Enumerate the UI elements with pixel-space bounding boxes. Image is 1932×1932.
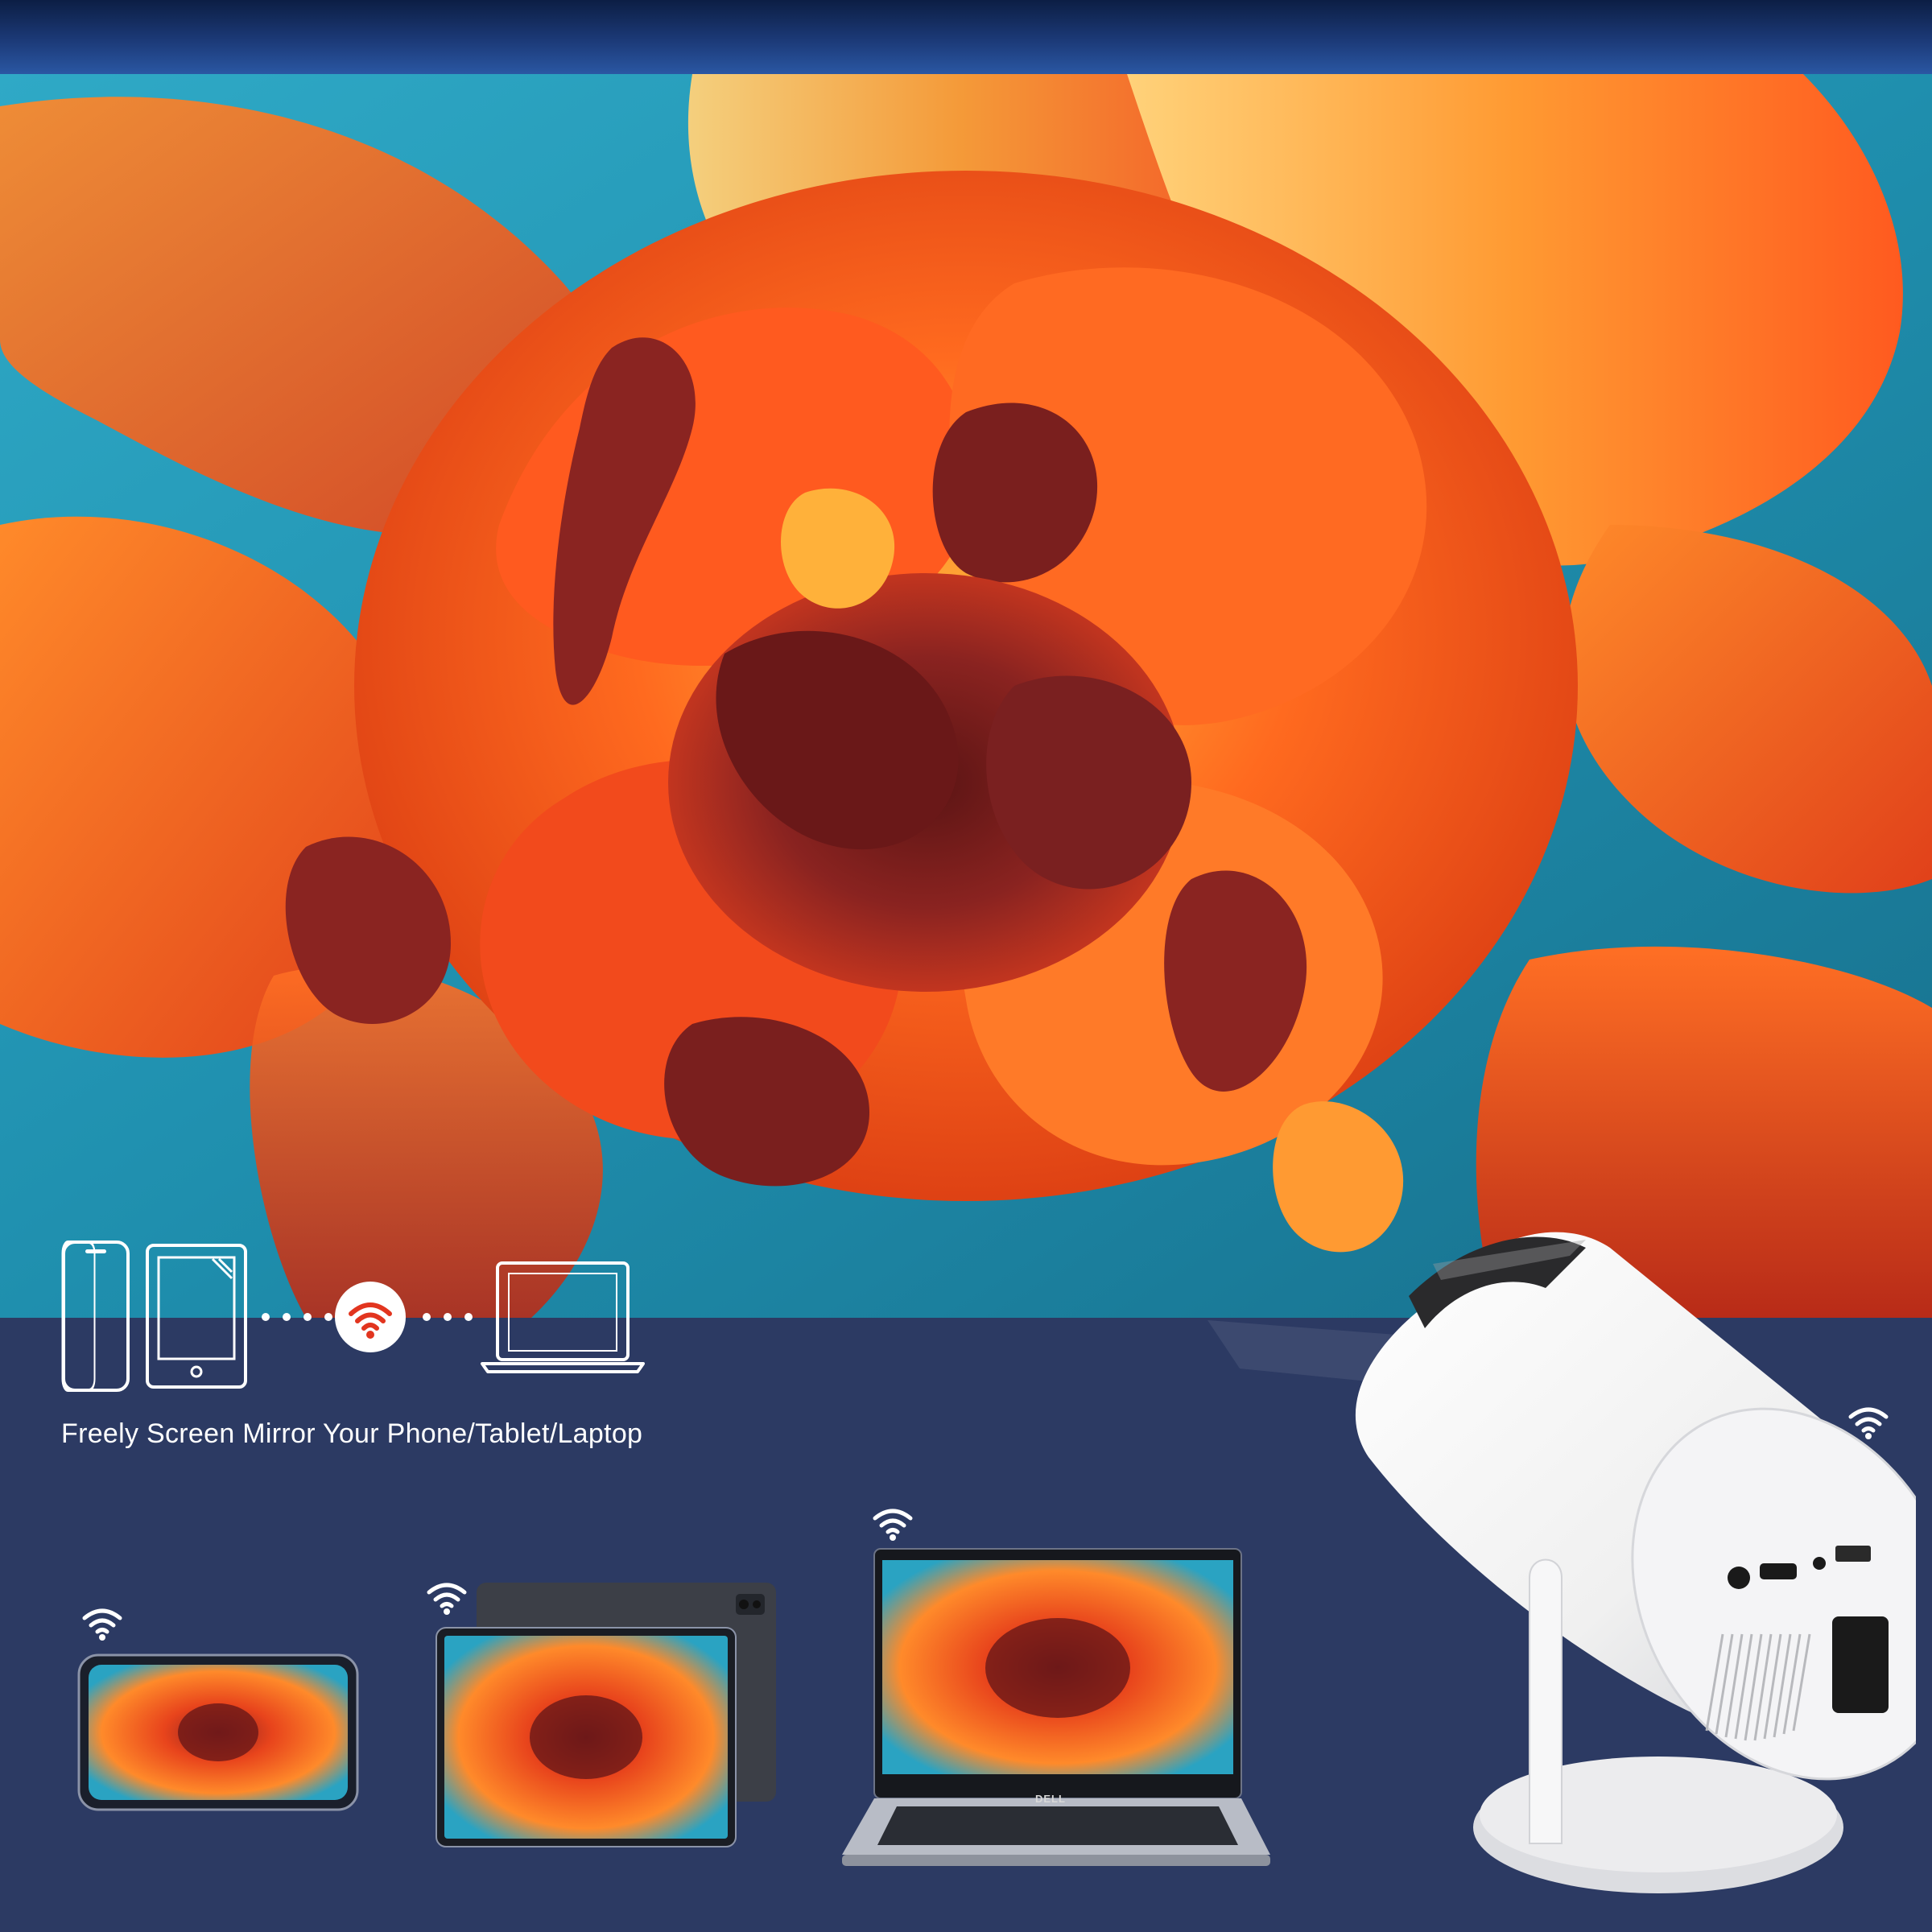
- flower-illustration: [0, 74, 1932, 1318]
- caption: Freely Screen Mirror Your Phone/Tablet/L…: [61, 1418, 643, 1449]
- top-band: [0, 0, 1932, 74]
- connection-dots-left: [262, 1313, 332, 1321]
- laptop-brand-logo: DELL: [1035, 1793, 1066, 1805]
- laptop-outline-icon: [481, 1261, 645, 1373]
- laptop-wifi-icon: [873, 1509, 913, 1541]
- wifi-icon: [335, 1282, 406, 1352]
- phone-device: [77, 1653, 359, 1811]
- tablet-device: [436, 1583, 776, 1847]
- phone-wifi-icon: [82, 1608, 122, 1641]
- projected-flower-image: [0, 74, 1932, 1318]
- projector-device: [1355, 1232, 1916, 1893]
- laptop-device: [842, 1548, 1270, 1866]
- tablet-outline-icon: [146, 1244, 247, 1389]
- phone-outline-icon-frame: [62, 1241, 130, 1392]
- product-image: Freely Screen Mirror Your Phone/Tablet/L…: [0, 0, 1932, 1932]
- connection-dots-right: [423, 1313, 473, 1321]
